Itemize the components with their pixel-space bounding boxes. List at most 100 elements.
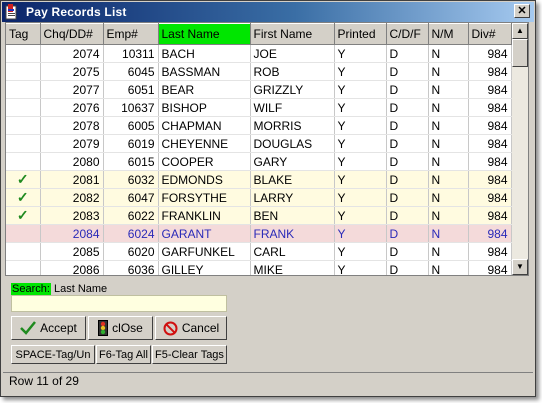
cell-last: BEAR <box>158 80 251 99</box>
status-of-label: of <box>52 374 63 388</box>
cell-chq: 2077 <box>40 80 104 99</box>
cell-printed: Y <box>334 206 387 225</box>
pay-records-grid[interactable]: Tag Chq/DD# Emp# Last Name First Name Printed… <box>5 22 529 276</box>
close-icon: ✕ <box>517 5 527 17</box>
cancel-button[interactable]: Cancel <box>155 316 227 340</box>
clear-tags-button[interactable]: F5-Clear Tags <box>152 345 227 364</box>
tag-untag-label: SPACE-Tag/Un <box>15 348 91 361</box>
table-row[interactable]: 2074 10311 BACH JOE Y D N 984 <box>6 44 512 63</box>
cell-chq: 2083 <box>40 206 104 225</box>
cell-chq: 2076 <box>40 98 104 117</box>
cell-cdf: D <box>386 206 429 225</box>
cell-chq: 2084 <box>40 224 104 243</box>
window-title: Pay Records List <box>26 5 127 19</box>
column-header-c-d-f[interactable]: C/D/F <box>386 23 429 45</box>
cell-nm: N <box>428 80 469 99</box>
cell-first: CARL <box>250 242 335 261</box>
scroll-thumb[interactable] <box>512 39 528 67</box>
cell-chq: 2085 <box>40 242 104 261</box>
tag-cell <box>6 62 41 81</box>
cell-chq: 2078 <box>40 116 104 135</box>
cell-chq: 2082 <box>40 188 104 207</box>
cell-div: 984 <box>468 224 512 243</box>
tag-cell: ✓ <box>6 206 41 225</box>
cell-cdf: D <box>386 62 429 81</box>
cell-emp: 6022 <box>103 206 159 225</box>
cell-cdf: D <box>386 98 429 117</box>
cell-first: FRANK <box>250 224 335 243</box>
column-header-last-name[interactable]: Last Name <box>158 23 251 45</box>
records-table: Tag Chq/DD# Emp# Last Name First Name Printed… <box>6 23 512 275</box>
cell-emp: 6015 <box>103 152 159 171</box>
header-row: Tag Chq/DD# Emp# Last Name First Name Printed… <box>6 23 512 45</box>
cell-printed: Y <box>334 116 387 135</box>
cell-chq: 2081 <box>40 170 104 189</box>
accept-button[interactable]: Accept <box>11 316 86 340</box>
column-header-printed[interactable]: Printed <box>334 23 387 45</box>
column-header-chq-dd[interactable]: Chq/DD# <box>40 23 104 45</box>
close-button[interactable]: clOse <box>88 316 153 340</box>
cell-nm: N <box>428 62 469 81</box>
column-header-div[interactable]: Div# <box>468 23 512 45</box>
cell-div: 984 <box>468 44 512 63</box>
cell-nm: N <box>428 98 469 117</box>
cell-first: ROB <box>250 62 335 81</box>
table-row[interactable]: 2085 6020 GARFUNKEL CARL Y D N 984 <box>6 242 512 261</box>
cell-cdf: D <box>386 152 429 171</box>
table-row[interactable]: 2077 6051 BEAR GRIZZLY Y D N 984 <box>6 80 512 99</box>
cell-emp: 6051 <box>103 80 159 99</box>
table-row[interactable]: ✓ 2082 6047 FORSYTHE LARRY Y D N 984 <box>6 188 512 207</box>
tag-cell <box>6 44 41 63</box>
close-label: clOse <box>112 321 143 335</box>
table-row[interactable]: 2084 6024 GARANT FRANK Y D N 984 <box>6 224 512 243</box>
column-header-emp[interactable]: Emp# <box>103 23 159 45</box>
column-header-n-m[interactable]: N/M <box>428 23 469 45</box>
cell-div: 984 <box>468 206 512 225</box>
cell-first: DOUGLAS <box>250 134 335 153</box>
table-row[interactable]: 2076 10637 BISHOP WILF Y D N 984 <box>6 98 512 117</box>
tag-cell <box>6 80 41 99</box>
scroll-down-button[interactable]: ▼ <box>512 259 528 275</box>
search-input[interactable] <box>11 295 227 312</box>
cell-chq: 2080 <box>40 152 104 171</box>
cell-printed: Y <box>334 62 387 81</box>
table-row[interactable]: 2078 6005 CHAPMAN MORRIS Y D N 984 <box>6 116 512 135</box>
cell-nm: N <box>428 134 469 153</box>
cell-first: MIKE <box>250 260 335 275</box>
cell-first: MORRIS <box>250 116 335 135</box>
search-field-name: Last Name <box>53 283 108 295</box>
cell-emp: 6045 <box>103 62 159 81</box>
cell-printed: Y <box>334 260 387 275</box>
cell-first: WILF <box>250 98 335 117</box>
table-row[interactable]: ✓ 2081 6032 EDMONDS BLAKE Y D N 984 <box>6 170 512 189</box>
table-row[interactable]: 2080 6015 COOPER GARY Y D N 984 <box>6 152 512 171</box>
close-window-button[interactable]: ✕ <box>514 4 530 18</box>
cell-nm: N <box>428 206 469 225</box>
cell-cdf: D <box>386 134 429 153</box>
vertical-scrollbar[interactable]: ▲ ▼ <box>512 23 528 275</box>
cell-chq: 2079 <box>40 134 104 153</box>
status-bar: Row 11 of 29 <box>3 372 533 390</box>
cell-printed: Y <box>334 98 387 117</box>
cell-printed: Y <box>334 152 387 171</box>
title-bar[interactable]: Pay Records List ✕ <box>2 2 534 22</box>
cell-emp: 6019 <box>103 134 159 153</box>
table-row[interactable]: 2075 6045 BASSMAN ROB Y D N 984 <box>6 62 512 81</box>
cell-printed: Y <box>334 170 387 189</box>
table-row[interactable]: ✓ 2083 6022 FRANKLIN BEN Y D N 984 <box>6 206 512 225</box>
tag-all-button[interactable]: F6-Tag All <box>96 345 151 364</box>
column-header-tag[interactable]: Tag <box>6 23 41 45</box>
grid-body: 2074 10311 BACH JOE Y D N 984 2075 6045 BASSMAN ROB… <box>6 44 512 275</box>
cell-last: GARANT <box>158 224 251 243</box>
scroll-up-button[interactable]: ▲ <box>512 23 528 39</box>
table-row[interactable]: 2079 6019 CHEYENNE DOUGLAS Y D N 984 <box>6 134 512 153</box>
cancel-icon <box>163 321 178 335</box>
cell-last: BASSMAN <box>158 62 251 81</box>
cancel-label: Cancel <box>181 321 220 335</box>
column-header-first-name[interactable]: First Name <box>250 23 335 45</box>
cell-div: 984 <box>468 260 512 275</box>
cell-printed: Y <box>334 134 387 153</box>
tag-untag-button[interactable]: SPACE-Tag/Un <box>11 345 95 364</box>
table-row[interactable]: 2086 6036 GILLEY MIKE Y D N 984 <box>6 260 512 275</box>
cell-chq: 2074 <box>40 44 104 63</box>
